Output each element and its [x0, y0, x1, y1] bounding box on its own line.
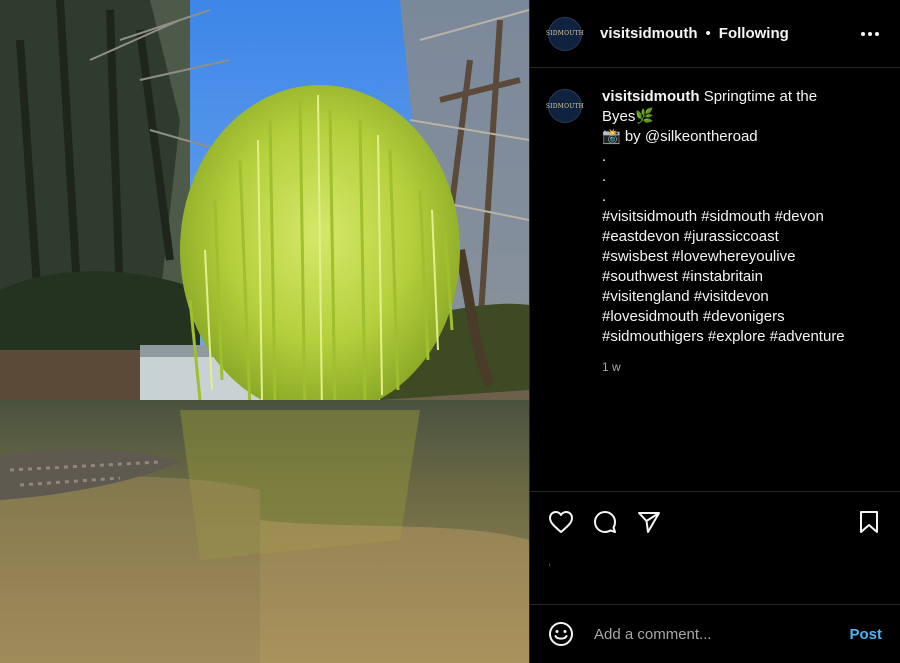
post-side-panel: SIDMOUTH visitsidmouth • Following SIDMO… — [529, 0, 900, 663]
caption-line: . — [602, 188, 607, 205]
caption-line: . — [602, 168, 607, 185]
comment-icon[interactable] — [592, 509, 618, 535]
header-username-link[interactable]: visitsidmouth — [600, 25, 698, 42]
following-button[interactable]: Following — [719, 25, 789, 42]
caption-first-line: visitsidmouth Springtime at the — [602, 87, 872, 107]
avatar-logo-text: SIDMOUTH — [545, 102, 585, 110]
avatar-logo-text: SIDMOUTH — [545, 30, 585, 37]
hashtag-line[interactable]: #swisbest #lovewhereyoulive — [602, 247, 872, 267]
hashtag-line[interactable]: #lovesidmouth #devonigers — [602, 307, 872, 327]
caption-line: 📸 by @silkeontheroad — [602, 128, 758, 145]
hashtag-line[interactable]: #sidmouthigers #explore #adventure — [602, 327, 872, 347]
hashtag-line[interactable]: #eastdevon #jurassiccoast — [602, 227, 872, 247]
header-separator: • — [705, 25, 711, 42]
caption-line: . — [602, 148, 607, 165]
caption-body: visitsidmouth Springtime at the Byes🌿 📸 … — [602, 87, 872, 377]
post-comment-button[interactable]: Post — [849, 626, 882, 643]
caption-line: Byes🌿 — [602, 108, 655, 125]
river-willow-image — [0, 0, 529, 663]
likes-count: , — [548, 556, 552, 568]
avatar[interactable]: SIDMOUTH — [545, 16, 585, 51]
post-photo[interactable] — [0, 0, 529, 663]
hashtag-line[interactable]: #visitengland #visitdevon — [602, 287, 872, 307]
comment-box: Post — [530, 604, 900, 663]
more-options-icon[interactable] — [858, 22, 882, 46]
caption-text: Springtime at the — [703, 88, 818, 105]
smiley-icon[interactable] — [548, 621, 574, 647]
post-caption: SIDMOUTH visitsidmouth Springtime at the… — [545, 87, 882, 377]
heart-icon[interactable] — [548, 509, 574, 535]
post-age-timestamp[interactable]: 1 w — [602, 357, 872, 377]
bookmark-icon[interactable] — [856, 509, 882, 535]
share-icon[interactable] — [636, 509, 662, 535]
instagram-post: SIDMOUTH visitsidmouth • Following SIDMO… — [0, 0, 900, 663]
caption-avatar[interactable]: SIDMOUTH — [545, 89, 585, 123]
comment-input[interactable] — [592, 624, 850, 644]
hashtag-line[interactable]: #visitsidmouth #sidmouth #devon — [602, 207, 872, 227]
caption-username-link[interactable]: visitsidmouth — [602, 88, 700, 105]
action-bar — [530, 491, 900, 551]
post-header: SIDMOUTH visitsidmouth • Following — [530, 0, 900, 68]
hashtag-line[interactable]: #southwest #instabritain — [602, 267, 872, 287]
